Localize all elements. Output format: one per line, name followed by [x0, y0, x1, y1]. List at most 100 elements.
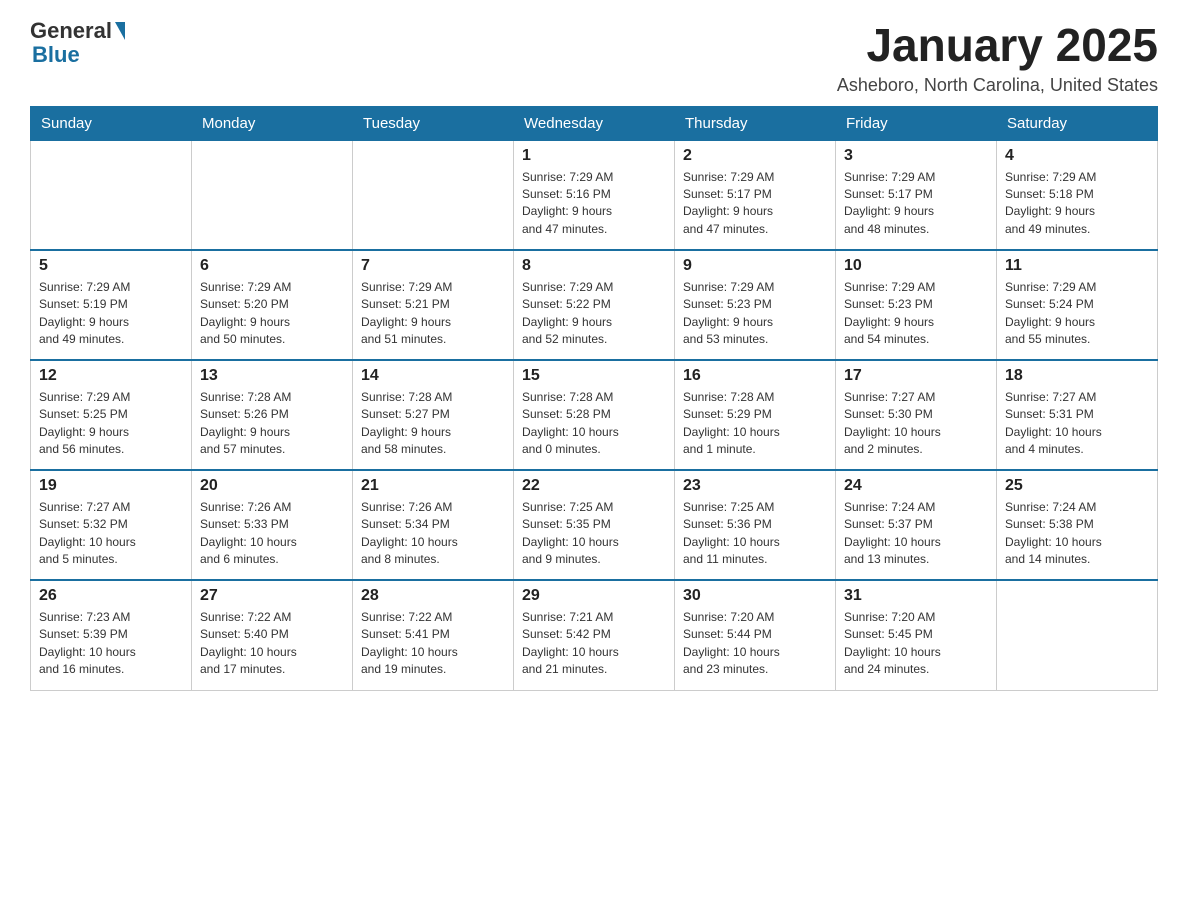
- day-number: 11: [1005, 257, 1149, 275]
- table-row: 12Sunrise: 7:29 AMSunset: 5:25 PMDayligh…: [31, 360, 192, 470]
- day-info: Sunrise: 7:29 AMSunset: 5:18 PMDaylight:…: [1005, 169, 1149, 239]
- day-number: 31: [844, 587, 988, 605]
- logo-arrow-icon: [115, 22, 125, 40]
- day-info: Sunrise: 7:23 AMSunset: 5:39 PMDaylight:…: [39, 609, 183, 679]
- day-number: 8: [522, 257, 666, 275]
- table-row: 15 Sunrise: 7:28 AMSunset: 5:28 PMDayligh…: [514, 360, 675, 470]
- day-number: 6: [200, 257, 344, 275]
- header-thursday: Thursday: [675, 106, 836, 140]
- day-number: 5: [39, 257, 183, 275]
- table-row: 1Sunrise: 7:29 AMSunset: 5:16 PMDaylight…: [514, 140, 675, 250]
- header-saturday: Saturday: [997, 106, 1158, 140]
- day-info: Sunrise: 7:25 AMSunset: 5:35 PMDaylight:…: [522, 499, 666, 569]
- logo-general-text: General: [30, 20, 112, 42]
- table-row: 3 Sunrise: 7:29 AMSunset: 5:17 PMDaylight…: [836, 140, 997, 250]
- table-row: 16Sunrise: 7:28 AMSunset: 5:29 PMDayligh…: [675, 360, 836, 470]
- table-row: 7 Sunrise: 7:29 AMSunset: 5:21 PMDaylight…: [353, 250, 514, 360]
- header-wednesday: Wednesday: [514, 106, 675, 140]
- table-row: [353, 140, 514, 250]
- day-info: Sunrise: 7:22 AMSunset: 5:40 PMDaylight:…: [200, 609, 344, 679]
- day-info: Sunrise: 7:26 AMSunset: 5:33 PMDaylight:…: [200, 499, 344, 569]
- day-info: Sunrise: 7:29 AMSunset: 5:23 PMDaylight:…: [844, 279, 988, 349]
- day-number: 26: [39, 587, 183, 605]
- header-tuesday: Tuesday: [353, 106, 514, 140]
- day-info: Sunrise: 7:24 AMSunset: 5:37 PMDaylight:…: [844, 499, 988, 569]
- header-friday: Friday: [836, 106, 997, 140]
- calendar-week-1: 1Sunrise: 7:29 AMSunset: 5:16 PMDaylight…: [31, 140, 1158, 250]
- table-row: 9 Sunrise: 7:29 AMSunset: 5:23 PMDaylight…: [675, 250, 836, 360]
- table-row: 17Sunrise: 7:27 AMSunset: 5:30 PMDayligh…: [836, 360, 997, 470]
- table-row: [31, 140, 192, 250]
- logo: General Blue: [30, 20, 128, 68]
- table-row: 28Sunrise: 7:22 AMSunset: 5:41 PMDayligh…: [353, 580, 514, 690]
- day-number: 14: [361, 367, 505, 385]
- table-row: 4 Sunrise: 7:29 AMSunset: 5:18 PMDaylight…: [997, 140, 1158, 250]
- day-info: Sunrise: 7:20 AMSunset: 5:44 PMDaylight:…: [683, 609, 827, 679]
- day-number: 2: [683, 147, 827, 165]
- calendar-week-2: 5 Sunrise: 7:29 AMSunset: 5:19 PMDaylight…: [31, 250, 1158, 360]
- page-header: General Blue January 2025 Asheboro, Nort…: [30, 20, 1158, 96]
- day-number: 22: [522, 477, 666, 495]
- day-info: Sunrise: 7:29 AMSunset: 5:17 PMDaylight:…: [683, 169, 827, 239]
- table-row: 6 Sunrise: 7:29 AMSunset: 5:20 PMDaylight…: [192, 250, 353, 360]
- table-row: 26 Sunrise: 7:23 AMSunset: 5:39 PMDayligh…: [31, 580, 192, 690]
- day-number: 25: [1005, 477, 1149, 495]
- table-row: 27 Sunrise: 7:22 AMSunset: 5:40 PMDayligh…: [192, 580, 353, 690]
- table-row: 2 Sunrise: 7:29 AMSunset: 5:17 PMDaylight…: [675, 140, 836, 250]
- calendar-table: Sunday Monday Tuesday Wednesday Thursday…: [30, 106, 1158, 691]
- calendar-week-4: 19 Sunrise: 7:27 AMSunset: 5:32 PMDayligh…: [31, 470, 1158, 580]
- day-number: 15: [522, 367, 666, 385]
- day-number: 10: [844, 257, 988, 275]
- table-row: 25 Sunrise: 7:24 AMSunset: 5:38 PMDayligh…: [997, 470, 1158, 580]
- day-info: Sunrise: 7:29 AMSunset: 5:22 PMDaylight:…: [522, 279, 666, 349]
- table-row: [997, 580, 1158, 690]
- day-info: Sunrise: 7:29 AMSunset: 5:21 PMDaylight:…: [361, 279, 505, 349]
- table-row: 8 Sunrise: 7:29 AMSunset: 5:22 PMDaylight…: [514, 250, 675, 360]
- day-info: Sunrise: 7:27 AMSunset: 5:31 PMDaylight:…: [1005, 389, 1149, 459]
- day-number: 4: [1005, 147, 1149, 165]
- day-number: 16: [683, 367, 827, 385]
- day-info: Sunrise: 7:26 AMSunset: 5:34 PMDaylight:…: [361, 499, 505, 569]
- logo-blue-text: Blue: [32, 42, 80, 68]
- day-info: Sunrise: 7:25 AMSunset: 5:36 PMDaylight:…: [683, 499, 827, 569]
- weekday-header-row: Sunday Monday Tuesday Wednesday Thursday…: [31, 106, 1158, 140]
- day-number: 18: [1005, 367, 1149, 385]
- day-info: Sunrise: 7:27 AMSunset: 5:32 PMDaylight:…: [39, 499, 183, 569]
- day-info: Sunrise: 7:27 AMSunset: 5:30 PMDaylight:…: [844, 389, 988, 459]
- day-info: Sunrise: 7:28 AMSunset: 5:28 PMDaylight:…: [522, 389, 666, 459]
- day-number: 7: [361, 257, 505, 275]
- table-row: 22 Sunrise: 7:25 AMSunset: 5:35 PMDayligh…: [514, 470, 675, 580]
- day-number: 3: [844, 147, 988, 165]
- month-title: January 2025: [837, 20, 1158, 71]
- day-info: Sunrise: 7:29 AMSunset: 5:23 PMDaylight:…: [683, 279, 827, 349]
- table-row: 24 Sunrise: 7:24 AMSunset: 5:37 PMDayligh…: [836, 470, 997, 580]
- day-info: Sunrise: 7:24 AMSunset: 5:38 PMDaylight:…: [1005, 499, 1149, 569]
- header-sunday: Sunday: [31, 106, 192, 140]
- table-row: 11 Sunrise: 7:29 AMSunset: 5:24 PMDayligh…: [997, 250, 1158, 360]
- table-row: 5 Sunrise: 7:29 AMSunset: 5:19 PMDaylight…: [31, 250, 192, 360]
- day-number: 9: [683, 257, 827, 275]
- day-info: Sunrise: 7:29 AMSunset: 5:16 PMDaylight:…: [522, 169, 666, 239]
- table-row: 14 Sunrise: 7:28 AMSunset: 5:27 PMDayligh…: [353, 360, 514, 470]
- table-row: 19 Sunrise: 7:27 AMSunset: 5:32 PMDayligh…: [31, 470, 192, 580]
- table-row: 10 Sunrise: 7:29 AMSunset: 5:23 PMDayligh…: [836, 250, 997, 360]
- day-info: Sunrise: 7:29 AMSunset: 5:24 PMDaylight:…: [1005, 279, 1149, 349]
- table-row: [192, 140, 353, 250]
- calendar-week-3: 12Sunrise: 7:29 AMSunset: 5:25 PMDayligh…: [31, 360, 1158, 470]
- day-info: Sunrise: 7:29 AMSunset: 5:19 PMDaylight:…: [39, 279, 183, 349]
- day-number: 28: [361, 587, 505, 605]
- table-row: 29Sunrise: 7:21 AMSunset: 5:42 PMDayligh…: [514, 580, 675, 690]
- calendar-week-5: 26 Sunrise: 7:23 AMSunset: 5:39 PMDayligh…: [31, 580, 1158, 690]
- table-row: 20Sunrise: 7:26 AMSunset: 5:33 PMDayligh…: [192, 470, 353, 580]
- day-number: 19: [39, 477, 183, 495]
- location-title: Asheboro, North Carolina, United States: [837, 75, 1158, 96]
- day-number: 24: [844, 477, 988, 495]
- day-number: 12: [39, 367, 183, 385]
- title-block: January 2025 Asheboro, North Carolina, U…: [837, 20, 1158, 96]
- table-row: 18 Sunrise: 7:27 AMSunset: 5:31 PMDayligh…: [997, 360, 1158, 470]
- day-info: Sunrise: 7:29 AMSunset: 5:20 PMDaylight:…: [200, 279, 344, 349]
- day-info: Sunrise: 7:29 AMSunset: 5:17 PMDaylight:…: [844, 169, 988, 239]
- day-number: 27: [200, 587, 344, 605]
- day-info: Sunrise: 7:28 AMSunset: 5:27 PMDaylight:…: [361, 389, 505, 459]
- day-info: Sunrise: 7:20 AMSunset: 5:45 PMDaylight:…: [844, 609, 988, 679]
